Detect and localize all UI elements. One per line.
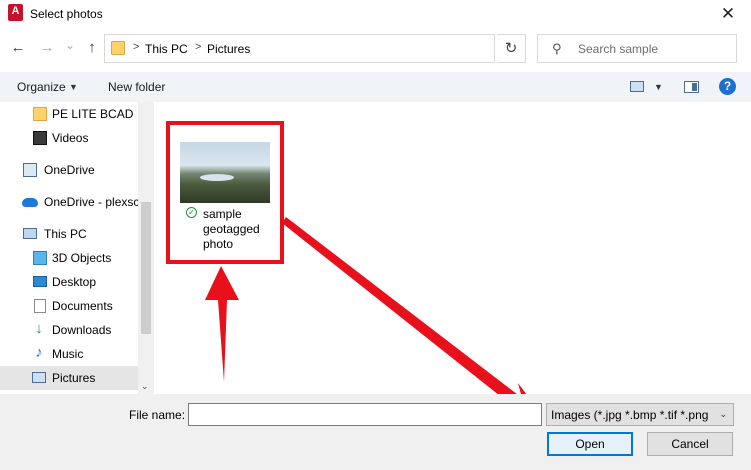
sidebar-item-label: Downloads: [52, 323, 112, 337]
forward-arrow-icon[interactable]: →: [38, 39, 56, 57]
3d-objects-icon: [33, 251, 47, 265]
preview-pane-icon[interactable]: [684, 81, 699, 93]
sidebar-item-pe-lite-bcad[interactable]: PE LITE BCAD: [0, 102, 138, 126]
file-type-filter-select[interactable]: Images (*.jpg *.bmp *.tif *.png ⌄: [546, 403, 734, 426]
sidebar-item-videos[interactable]: Videos: [0, 126, 138, 150]
refresh-icon[interactable]: ↻: [497, 34, 526, 63]
sync-status-check-icon: ✓: [186, 207, 197, 218]
breadcrumb-chevron-icon[interactable]: >: [133, 41, 139, 53]
onedrive-cloud-icon: [22, 198, 38, 207]
sidebar-item-pictures[interactable]: Pictures: [0, 366, 138, 390]
sidebar-item-label: Documents: [52, 299, 113, 313]
sidebar-item-label: Music: [52, 347, 84, 361]
file-name-label: sample geotagged photo: [203, 207, 260, 251]
sidebar-item-documents[interactable]: Documents: [0, 294, 138, 318]
sidebar-item-onedrive[interactable]: OneDrive: [0, 158, 138, 182]
sidebar-item-onedrive-plexsc[interactable]: OneDrive - plexsc: [0, 190, 138, 214]
videos-icon: [33, 131, 47, 145]
file-name-label: File name:: [129, 408, 186, 422]
this-pc-icon: [23, 228, 37, 239]
search-placeholder[interactable]: Search sample: [578, 42, 658, 56]
music-icon: ♪: [35, 344, 43, 361]
sidebar-item-downloads[interactable]: ↓ Downloads: [0, 318, 138, 342]
help-icon[interactable]: ?: [719, 78, 736, 95]
sidebar-item-label: OneDrive: [44, 163, 95, 177]
navigation-pane: PE LITE BCAD Videos OneDrive OneDrive - …: [0, 102, 154, 394]
sidebar-scrollbar[interactable]: ⌄: [138, 102, 154, 394]
organize-button[interactable]: Organize: [17, 80, 66, 94]
organize-caret-icon[interactable]: ▼: [69, 82, 78, 92]
recent-locations-icon[interactable]: ⌄: [61, 36, 79, 54]
sidebar-item-label: Desktop: [52, 275, 97, 289]
back-arrow-icon[interactable]: ←: [9, 39, 27, 57]
file-list-view[interactable]: ✓ sample geotagged photo: [154, 102, 751, 394]
sidebar-item-label: This PC: [44, 227, 87, 241]
search-box[interactable]: ⚲ Search sample: [537, 34, 737, 63]
close-icon[interactable]: ✕: [715, 3, 741, 25]
app-icon: A: [8, 4, 23, 21]
sidebar-item-label: Pictures: [52, 371, 96, 385]
new-folder-button[interactable]: New folder: [108, 80, 165, 94]
title-bar: A Select photos ✕: [0, 0, 751, 30]
sidebar-item-label: PE LITE BCAD: [52, 107, 134, 121]
open-button[interactable]: Open: [547, 432, 633, 456]
up-arrow-icon[interactable]: ↑: [83, 39, 101, 57]
scrollbar-thumb[interactable]: [141, 202, 151, 334]
search-icon: ⚲: [552, 41, 562, 56]
documents-icon: [34, 299, 46, 313]
folder-icon: [111, 41, 125, 55]
downloads-icon: ↓: [35, 320, 43, 337]
chevron-down-icon[interactable]: ⌄: [719, 409, 727, 420]
file-type-filter-value: Images (*.jpg *.bmp *.tif *.png: [551, 408, 709, 422]
folder-icon: [33, 107, 47, 121]
view-options-caret-icon[interactable]: ▼: [654, 82, 663, 92]
onedrive-icon: [23, 163, 37, 177]
pictures-icon: [32, 372, 46, 383]
photo-thumbnail[interactable]: [180, 142, 270, 203]
cancel-button[interactable]: Cancel: [647, 432, 733, 456]
sidebar-item-this-pc[interactable]: This PC: [0, 222, 138, 246]
change-view-icon[interactable]: [630, 81, 644, 92]
command-bar: Organize ▼ New folder ▼ ?: [0, 72, 751, 102]
sidebar-item-desktop[interactable]: Desktop: [0, 270, 138, 294]
sidebar-item-label: 3D Objects: [52, 251, 112, 265]
desktop-icon: [33, 276, 47, 287]
address-bar[interactable]: > This PC > Pictures ⌄: [104, 34, 578, 63]
window-title: Select photos: [30, 7, 103, 21]
sidebar-item-label: Videos: [52, 131, 89, 145]
sidebar-item-music[interactable]: ♪ Music: [0, 342, 138, 366]
breadcrumb-chevron-icon[interactable]: >: [195, 41, 201, 53]
file-item-sample-geotagged-photo[interactable]: ✓ sample geotagged photo: [166, 121, 284, 264]
breadcrumb-this-pc[interactable]: This PC: [145, 42, 188, 56]
scroll-down-icon[interactable]: ⌄: [141, 381, 149, 392]
navigation-bar: ← → ⌄ ↑ > This PC > Pictures ⌄ ↻ ⚲ Searc…: [0, 32, 751, 66]
sidebar-item-label: OneDrive - plexsc: [44, 195, 138, 209]
file-name-input[interactable]: [188, 403, 542, 426]
dialog-footer: File name: Images (*.jpg *.bmp *.tif *.p…: [0, 394, 751, 470]
sidebar-item-3d-objects[interactable]: 3D Objects: [0, 246, 138, 270]
breadcrumb-pictures[interactable]: Pictures: [207, 42, 250, 56]
